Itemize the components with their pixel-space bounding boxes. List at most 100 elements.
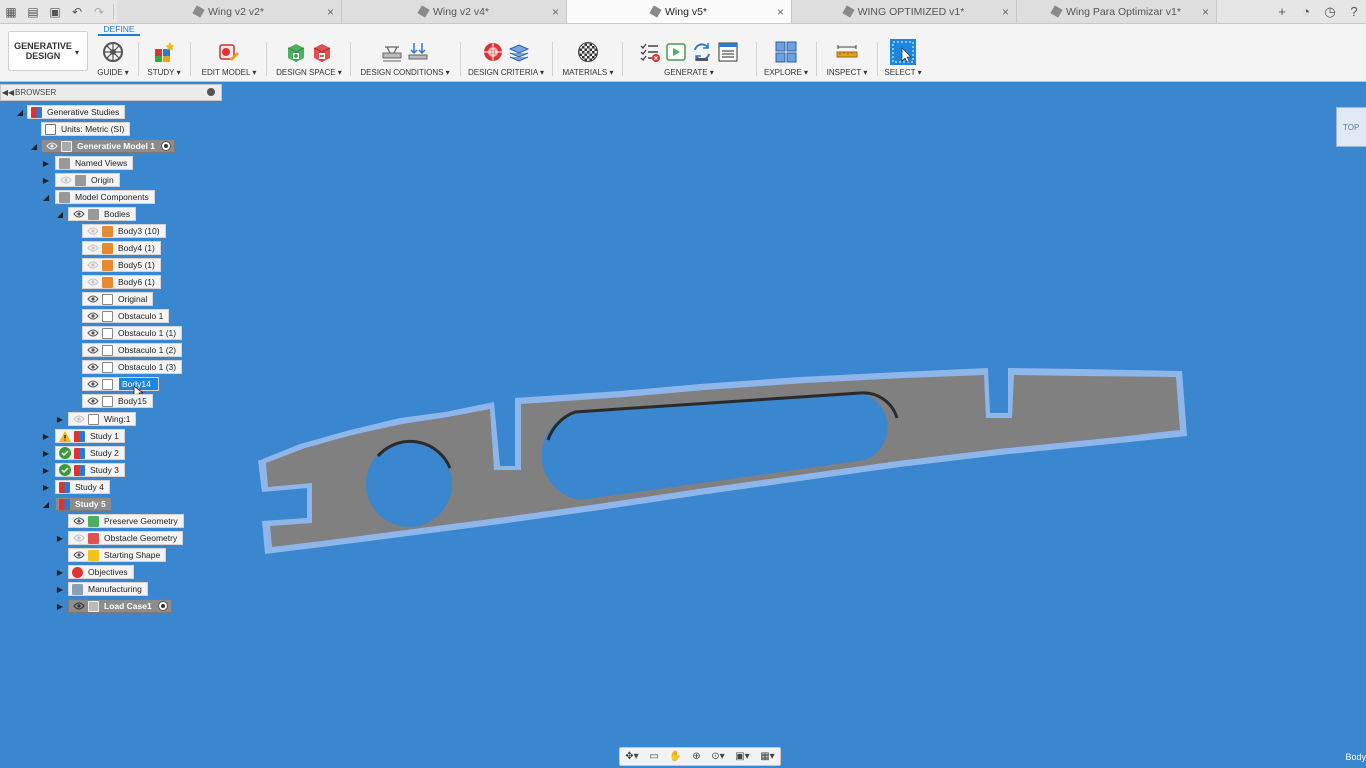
redo-icon[interactable]: ↷ xyxy=(88,0,110,23)
eye-icon[interactable] xyxy=(72,601,86,611)
expand-toggle[interactable]: ◢ xyxy=(15,107,25,117)
tree-node-manufacturing[interactable]: Manufacturing xyxy=(68,582,148,596)
apps-grid-icon[interactable]: ▦ xyxy=(0,0,22,23)
close-icon[interactable]: × xyxy=(777,5,784,19)
materials-group[interactable]: MATERIALS ▾ xyxy=(562,38,614,80)
explore-group[interactable]: EXPLORE ▾ xyxy=(764,38,808,80)
tree-node-body15[interactable]: Body15 xyxy=(82,394,153,408)
expand-toggle[interactable]: ◢ xyxy=(29,141,39,151)
tree-node-generative-studies[interactable]: Generative Studies xyxy=(27,105,126,119)
tree-node-obstaculo-1-3[interactable]: Obstaculo 1 (3) xyxy=(82,360,183,374)
look-at-icon[interactable]: ▭ xyxy=(649,751,658,762)
help-icon[interactable]: ? xyxy=(1342,0,1366,23)
document-tab-5[interactable]: Wing Para Optimizar v1* × xyxy=(1017,0,1217,23)
tree-node-obstaculo-1[interactable]: Obstaculo 1 xyxy=(82,309,170,323)
tree-node-body6[interactable]: Body6 (1) xyxy=(82,275,161,289)
study-group[interactable]: STUDY ▾ xyxy=(146,38,182,80)
expand-toggle[interactable]: ▶ xyxy=(41,448,51,458)
collapse-panel-icon[interactable]: ◀◀ xyxy=(1,88,15,97)
tree-node-body3[interactable]: Body3 (10) xyxy=(82,224,166,238)
close-icon[interactable]: × xyxy=(327,5,334,19)
tree-node-obstaculo-1-2[interactable]: Obstaculo 1 (2) xyxy=(82,343,183,357)
expand-toggle[interactable]: ▶ xyxy=(55,584,65,594)
document-tab-2[interactable]: Wing v2 v4* × xyxy=(342,0,567,23)
tree-node-named-views[interactable]: Named Views xyxy=(55,156,134,170)
eye-icon[interactable] xyxy=(72,209,86,219)
document-tab-3[interactable]: Wing v5* × xyxy=(567,0,792,23)
tree-node-load-case-1[interactable]: Load Case1 xyxy=(68,599,172,613)
tree-node-units[interactable]: Units: Metric (SI) xyxy=(41,122,131,136)
save-icon[interactable]: ▣ xyxy=(44,0,66,23)
eye-icon[interactable] xyxy=(45,141,59,151)
close-panel-icon[interactable] xyxy=(207,88,215,96)
tree-node-obstaculo-1-1[interactable]: Obstaculo 1 (1) xyxy=(82,326,183,340)
expand-toggle[interactable]: ▶ xyxy=(41,175,51,185)
eye-icon[interactable] xyxy=(86,260,100,270)
tab-define[interactable]: DEFINE xyxy=(98,24,140,36)
grid-settings-icon[interactable]: ▦▾ xyxy=(760,751,774,762)
tree-node-starting-shape[interactable]: Starting Shape xyxy=(68,548,167,562)
orbit-icon[interactable]: ✥▾ xyxy=(625,751,638,762)
tree-node-generative-model[interactable]: Generative Model 1 xyxy=(41,139,175,153)
fit-icon[interactable]: ⊙▾ xyxy=(711,751,724,762)
eye-icon[interactable] xyxy=(86,294,100,304)
expand-toggle[interactable]: ▶ xyxy=(55,601,65,611)
design-space-group[interactable]: DESIGN SPACE ▾ xyxy=(276,38,342,80)
eye-icon[interactable] xyxy=(86,311,100,321)
expand-toggle[interactable]: ▶ xyxy=(41,465,51,475)
new-tab-icon[interactable]: + xyxy=(1270,0,1294,23)
expand-toggle[interactable]: ▶ xyxy=(41,158,51,168)
expand-toggle[interactable]: ▶ xyxy=(55,414,65,424)
close-icon[interactable]: × xyxy=(1002,5,1009,19)
display-settings-icon[interactable]: ▣▾ xyxy=(735,751,749,762)
close-icon[interactable]: × xyxy=(1202,5,1209,19)
eye-icon[interactable] xyxy=(72,516,86,526)
tree-node-study-5[interactable]: Study 5 xyxy=(55,497,112,511)
workspace-switcher[interactable]: GENERATIVE DESIGN ▾ xyxy=(8,31,88,71)
tree-node-body14[interactable]: Body14 xyxy=(82,377,159,391)
eye-icon[interactable] xyxy=(86,328,100,338)
tree-node-study-3[interactable]: Study 3 xyxy=(55,463,125,477)
tree-node-study-2[interactable]: Study 2 xyxy=(55,446,125,460)
inspect-group[interactable]: INSPECT ▾ xyxy=(825,38,869,80)
tree-node-study-4[interactable]: Study 4 xyxy=(55,480,110,494)
eye-icon[interactable] xyxy=(86,379,100,389)
viewport-canvas[interactable] xyxy=(0,82,1366,768)
design-criteria-group[interactable]: DESIGN CRITERIA ▾ xyxy=(468,38,544,80)
eye-icon[interactable] xyxy=(86,226,100,236)
job-status-icon[interactable]: ◔ xyxy=(1294,0,1318,23)
tree-node-body4[interactable]: Body4 (1) xyxy=(82,241,161,255)
generate-group[interactable]: GENERATE ▾ xyxy=(630,38,748,80)
eye-icon[interactable] xyxy=(86,345,100,355)
design-conditions-group[interactable]: DESIGN CONDITIONS ▾ xyxy=(359,38,451,80)
expand-toggle[interactable]: ▶ xyxy=(55,567,65,577)
guide-group[interactable]: GUIDE ▾ xyxy=(97,38,129,80)
document-tab-1[interactable]: Wing v2 v2* × xyxy=(117,0,342,23)
tree-node-body5[interactable]: Body5 (1) xyxy=(82,258,161,272)
expand-toggle[interactable]: ◢ xyxy=(41,192,51,202)
activate-radio[interactable] xyxy=(160,141,171,151)
tree-node-model-components[interactable]: Model Components xyxy=(55,190,155,204)
tree-node-original[interactable]: Original xyxy=(82,292,154,306)
tree-node-preserve-geometry[interactable]: Preserve Geometry xyxy=(68,514,184,528)
eye-icon[interactable] xyxy=(59,175,73,185)
file-menu-icon[interactable]: ▤ xyxy=(22,0,44,23)
document-tab-4[interactable]: WING OPTIMIZED v1* × xyxy=(792,0,1017,23)
eye-icon[interactable] xyxy=(72,533,86,543)
eye-icon[interactable] xyxy=(86,362,100,372)
expand-toggle[interactable]: ▶ xyxy=(41,431,51,441)
tree-node-bodies[interactable]: Bodies xyxy=(68,207,136,221)
undo-icon[interactable]: ↶ xyxy=(66,0,88,23)
expand-toggle[interactable]: ▶ xyxy=(55,533,65,543)
eye-icon[interactable] xyxy=(86,396,100,406)
tree-node-wing-1[interactable]: Wing:1 xyxy=(68,412,137,426)
zoom-icon[interactable]: ⊕ xyxy=(692,751,700,762)
tree-node-origin[interactable]: Origin xyxy=(55,173,120,187)
expand-toggle[interactable]: ◢ xyxy=(55,209,65,219)
eye-icon[interactable] xyxy=(86,243,100,253)
activate-radio[interactable] xyxy=(157,601,168,611)
tree-node-objectives[interactable]: Objectives xyxy=(68,565,134,579)
viewcube[interactable]: TOP xyxy=(1336,107,1366,147)
eye-icon[interactable] xyxy=(72,550,86,560)
pan-icon[interactable]: ✋ xyxy=(669,751,681,762)
